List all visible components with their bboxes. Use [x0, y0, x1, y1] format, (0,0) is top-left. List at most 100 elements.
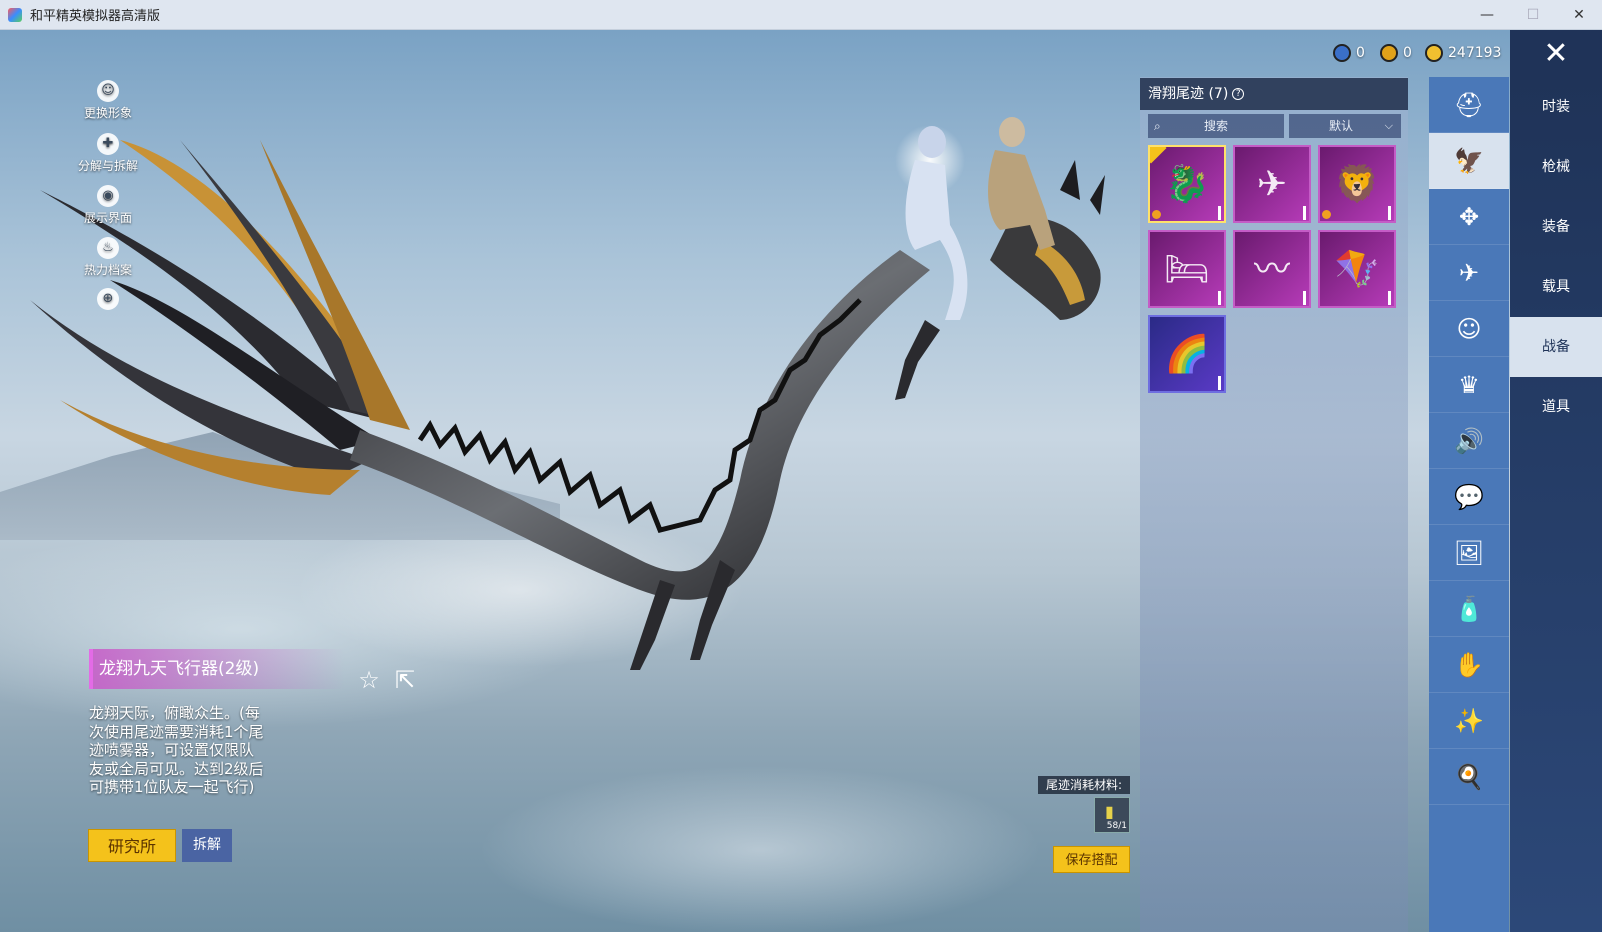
display-interface-button[interactable]: ◉ 展示界面 — [76, 185, 140, 226]
item-slot-dragon-glider[interactable]: 🐉 — [1148, 145, 1226, 223]
currency-globe: 0 — [1333, 41, 1365, 65]
tab-fashion[interactable]: 时装 — [1510, 77, 1602, 137]
eye-icon: ◉ — [97, 185, 119, 207]
category-gallery[interactable]: 🖼 — [1429, 525, 1509, 581]
upgrade-mark-icon — [1322, 210, 1331, 219]
inventory-header: 滑翔尾迹 (7)? — [1140, 78, 1408, 110]
close-wardrobe-button[interactable]: ✕ — [1510, 30, 1602, 77]
share-icon[interactable]: ⇱ — [391, 666, 419, 694]
spray-can-icon: ▮ — [1105, 802, 1114, 821]
flame-icon: ♨ — [97, 237, 119, 259]
gold-coin-icon — [1425, 44, 1443, 62]
minimize-button[interactable]: — — [1464, 0, 1510, 30]
dragon-body — [350, 250, 930, 600]
tab-battle-gear[interactable]: 战备 — [1510, 317, 1602, 377]
tab-guns[interactable]: 枪械 — [1510, 137, 1602, 197]
globe-coin-amount: 0 — [1356, 45, 1365, 61]
item-count-bar — [1388, 206, 1391, 220]
item-description: 龙翔天际，俯瞰众生。(每次使用尾迹需要消耗1个尾迹喷雾器，可设置仅限队友或全局可… — [89, 704, 264, 797]
category-plane[interactable]: ✈ — [1429, 245, 1509, 301]
close-window-button[interactable]: ✕ — [1556, 0, 1602, 30]
item-count-bar — [1388, 291, 1391, 305]
spray-can-icon: 🧴 — [1454, 594, 1484, 623]
hot-archive-button[interactable]: ♨ 热力档案 — [76, 237, 140, 278]
chat-bubble-icon: 💬 — [1454, 482, 1484, 511]
currency-gold: 247193 — [1425, 41, 1501, 65]
item-count-bar — [1303, 206, 1306, 220]
eagle-icon: 🦅 — [1454, 146, 1484, 175]
a-coin-amount: 0 — [1403, 45, 1412, 61]
research-lab-button[interactable]: 研究所 — [88, 829, 176, 862]
category-helmet[interactable]: ⛑ — [1429, 77, 1509, 133]
sort-dropdown[interactable]: 默认 ⌵ — [1289, 114, 1401, 138]
decompose-button[interactable]: 拆解 — [182, 829, 232, 862]
inventory-title: 滑翔尾迹 (7) — [1148, 86, 1229, 102]
golden-lion-icon: 🦁 — [1334, 164, 1380, 205]
item-slot-rainbow-trail[interactable]: 🌈 — [1148, 315, 1226, 393]
item-slot-purple-wing[interactable]: 🪁 — [1318, 230, 1396, 308]
close-icon: ✕ — [1543, 36, 1569, 71]
sort-label: 默认 — [1329, 119, 1354, 133]
decompose-exchange-button[interactable]: ✚ 分解与拆解 — [76, 133, 140, 174]
helmet-icon: ⛑ — [1453, 90, 1485, 119]
dragon-glider-icon: 🐉 — [1164, 164, 1210, 205]
item-slot-pink-bed[interactable]: 🛏 — [1148, 230, 1226, 308]
decompose-exchange-label: 分解与拆解 — [77, 159, 138, 173]
item-count-bar — [1303, 291, 1306, 305]
favorite-star-icon[interactable]: ☆ — [355, 666, 383, 694]
game-window: 和平精英模拟器高清版 — ☐ ✕ 0 0 247193 ✕ ☺ 更换形象 ✚ 分… — [0, 0, 1602, 932]
globe-coin-icon — [1333, 44, 1351, 62]
display-interface-label: 展示界面 — [83, 211, 132, 225]
search-placeholder: 搜索 — [1203, 119, 1228, 133]
item-slot-golden-lion[interactable]: 🦁 — [1318, 145, 1396, 223]
item-count-bar — [1218, 206, 1221, 220]
tab-equipment[interactable]: 装备 — [1510, 197, 1602, 257]
tab-vehicles[interactable]: 载具 — [1510, 257, 1602, 317]
plane-icon: ✈ — [1458, 258, 1480, 287]
change-avatar-button[interactable]: ☺ 更换形象 — [76, 80, 140, 121]
pink-bed-icon: 🛏 — [1164, 249, 1210, 290]
search-input[interactable]: ⌕ 搜索 — [1148, 114, 1284, 138]
item-name: 龙翔九天飞行器(2级) — [89, 649, 345, 689]
material-quantity: 58/1 — [1106, 821, 1127, 831]
gold-coin-amount: 247193 — [1448, 45, 1502, 61]
zoom-button[interactable]: ⊕ — [76, 288, 140, 312]
speaker-icon: 🔊 — [1454, 426, 1484, 455]
item-slot-mech-wing[interactable]: ✈ — [1233, 145, 1311, 223]
gallery-icon: 🖼 — [1453, 538, 1485, 567]
category-pan[interactable]: 🍳 — [1429, 749, 1509, 805]
category-sound[interactable]: 🔊 — [1429, 413, 1509, 469]
category-avatar-frame[interactable]: ♛ — [1429, 357, 1509, 413]
currency-a: 0 — [1380, 41, 1412, 65]
category-emote[interactable]: ☺ — [1429, 301, 1509, 357]
category-drone[interactable]: ✥ — [1429, 189, 1509, 245]
zoom-in-icon: ⊕ — [97, 288, 119, 310]
person-icon: ☺ — [97, 80, 119, 102]
rainbow-trail-icon: 🌈 — [1164, 334, 1210, 375]
mech-wing-icon: ✈ — [1256, 164, 1288, 205]
change-avatar-label: 更换形象 — [83, 106, 132, 120]
pan-icon: 🍳 — [1454, 762, 1484, 791]
tab-props[interactable]: 道具 — [1510, 377, 1602, 437]
item-slot-white-wing[interactable]: 〰 — [1233, 230, 1311, 308]
sparkle-icon: ✨ — [1454, 706, 1484, 735]
material-label: 尾迹消耗材料: — [1038, 776, 1130, 794]
puzzle-icon: ✚ — [97, 133, 119, 155]
item-count-bar — [1218, 291, 1221, 305]
maximize-button[interactable]: ☐ — [1510, 0, 1556, 30]
purple-wing-icon: 🪁 — [1334, 249, 1380, 290]
item-count-bar — [1218, 376, 1221, 390]
a-coin-icon — [1380, 44, 1398, 62]
category-magic-effect[interactable]: ✨ — [1429, 693, 1509, 749]
hand-icon: ✋ — [1454, 650, 1484, 679]
trail-spray-material[interactable]: ▮ 58/1 — [1094, 797, 1130, 833]
search-icon: ⌕ — [1154, 119, 1161, 133]
category-gesture[interactable]: ✋ — [1429, 637, 1509, 693]
save-outfit-button[interactable]: 保存搭配 — [1053, 846, 1130, 873]
white-wing-icon: 〰 — [1253, 249, 1290, 290]
help-icon[interactable]: ? — [1232, 88, 1245, 100]
category-glider-trail[interactable]: 🦅 — [1429, 133, 1509, 189]
category-spray[interactable]: 🧴 — [1429, 581, 1509, 637]
category-chat-bubble[interactable]: 💬 — [1429, 469, 1509, 525]
upgrade-mark-icon — [1152, 210, 1161, 219]
